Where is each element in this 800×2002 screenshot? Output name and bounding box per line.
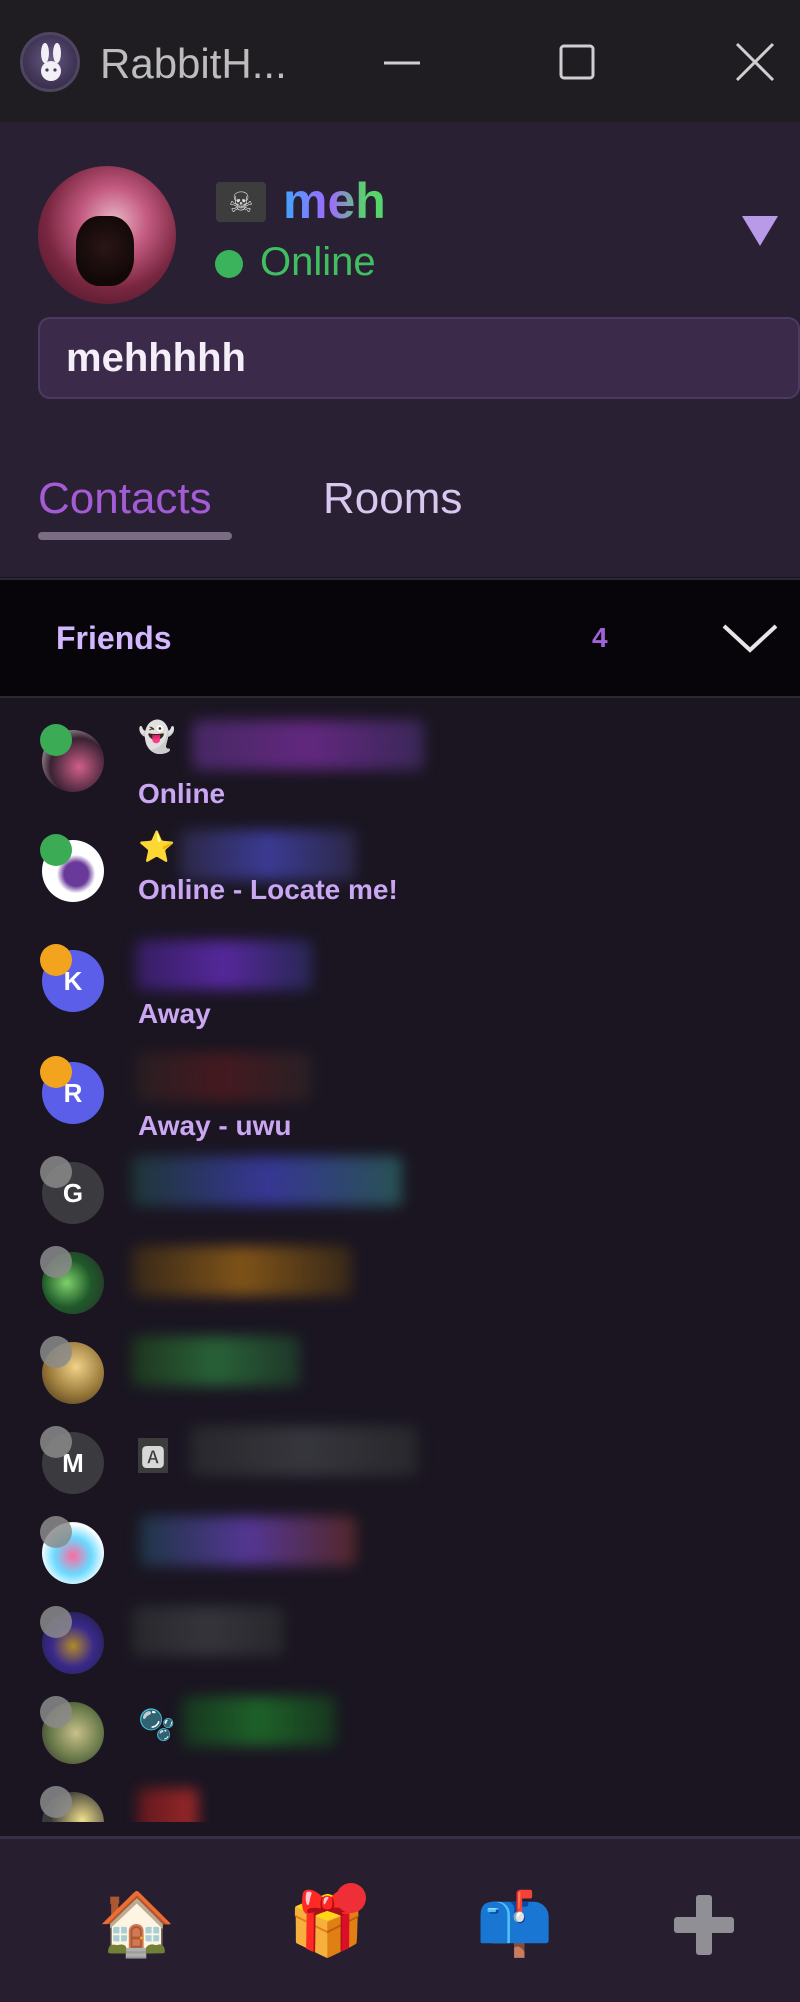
contact-status: Online - Locate me! [138,874,398,905]
active-tab-indicator [38,532,232,540]
contact-name-blurred [136,1052,312,1102]
contact-name-blurred [192,720,424,770]
pirate-flag-icon: ☠ [216,182,266,222]
contact-name-blurred [136,940,312,990]
rabbit-logo-icon [20,32,80,92]
contact-status: Online [138,778,226,809]
contact-name-blurred [132,1606,284,1656]
group-title: Friends [56,620,172,656]
contact-name-blurred [180,830,356,880]
presence-dot [40,724,72,756]
status-message-input[interactable] [38,317,800,399]
contact-item[interactable]: 🫧 [0,1696,800,1802]
contact-list[interactable]: 👻 Online ⭐ Online - Locate me! K Away R … [0,700,800,1822]
title-bar: RabbitH... [0,0,800,122]
presence-dot [40,834,72,866]
contact-item[interactable]: G [0,1156,800,1262]
contact-item[interactable] [0,1786,800,1822]
bottom-navigation: 🏠 🎁 📫 [0,1836,800,2002]
contact-item[interactable]: M 🅰 [0,1426,800,1532]
contact-name-blurred [190,1426,418,1476]
presence-dot [40,1156,72,1188]
window-title: RabbitH... [100,40,287,87]
contact-name-blurred [132,1156,402,1206]
contact-item[interactable]: R Away - uwu [0,1052,800,1152]
a-letter-icon: 🅰 [138,1438,168,1473]
contact-item[interactable]: K Away [0,940,800,1040]
maximize-button[interactable] [545,30,609,94]
contact-item[interactable] [0,1246,800,1352]
presence-dot [40,1606,72,1638]
minimize-button[interactable] [370,30,434,94]
status-dropdown-button[interactable] [738,210,782,250]
contact-item[interactable]: 👻 Online [0,720,800,820]
user-status[interactable]: Online [260,240,376,285]
user-avatar[interactable] [38,166,176,304]
notification-badge [336,1883,366,1913]
contact-name-blurred [140,1516,356,1566]
online-status-dot [215,250,243,278]
username: meh [283,173,386,229]
star-icon: ⭐ [138,831,176,864]
contact-name-blurred [138,1788,198,1822]
contact-item[interactable] [0,1516,800,1622]
presence-dot [40,1056,72,1088]
presence-dot [40,1786,72,1818]
presence-dot [40,1426,72,1458]
tab-rooms[interactable]: Rooms [323,474,462,524]
contact-item[interactable] [0,1606,800,1712]
group-count: 4 [592,622,608,653]
profile-header: ☠ meh Online Contacts Rooms [0,122,800,577]
mailbox-icon[interactable]: 📫 [476,1887,553,1963]
presence-dot [40,1336,72,1368]
presence-dot [40,1246,72,1278]
contact-status: Away - uwu [138,1110,292,1141]
add-icon[interactable] [666,1887,742,1963]
tab-contacts[interactable]: Contacts [38,474,212,524]
ghost-icon: 👻 [138,721,176,754]
presence-dot [40,944,72,976]
contact-name-blurred [132,1246,352,1296]
contact-status: Away [138,998,211,1029]
bubbles-icon: 🫧 [138,1709,176,1742]
home-icon[interactable]: 🏠 [98,1887,175,1963]
contact-name-blurred [132,1336,300,1386]
presence-dot [40,1696,72,1728]
chevron-down-icon[interactable] [720,618,780,658]
friends-group-header[interactable]: Friends 4 [0,578,800,698]
presence-dot [40,1516,72,1548]
contact-name-blurred [182,1696,336,1746]
close-button[interactable] [723,30,787,94]
contact-item[interactable]: ⭐ Online - Locate me! [0,830,800,930]
